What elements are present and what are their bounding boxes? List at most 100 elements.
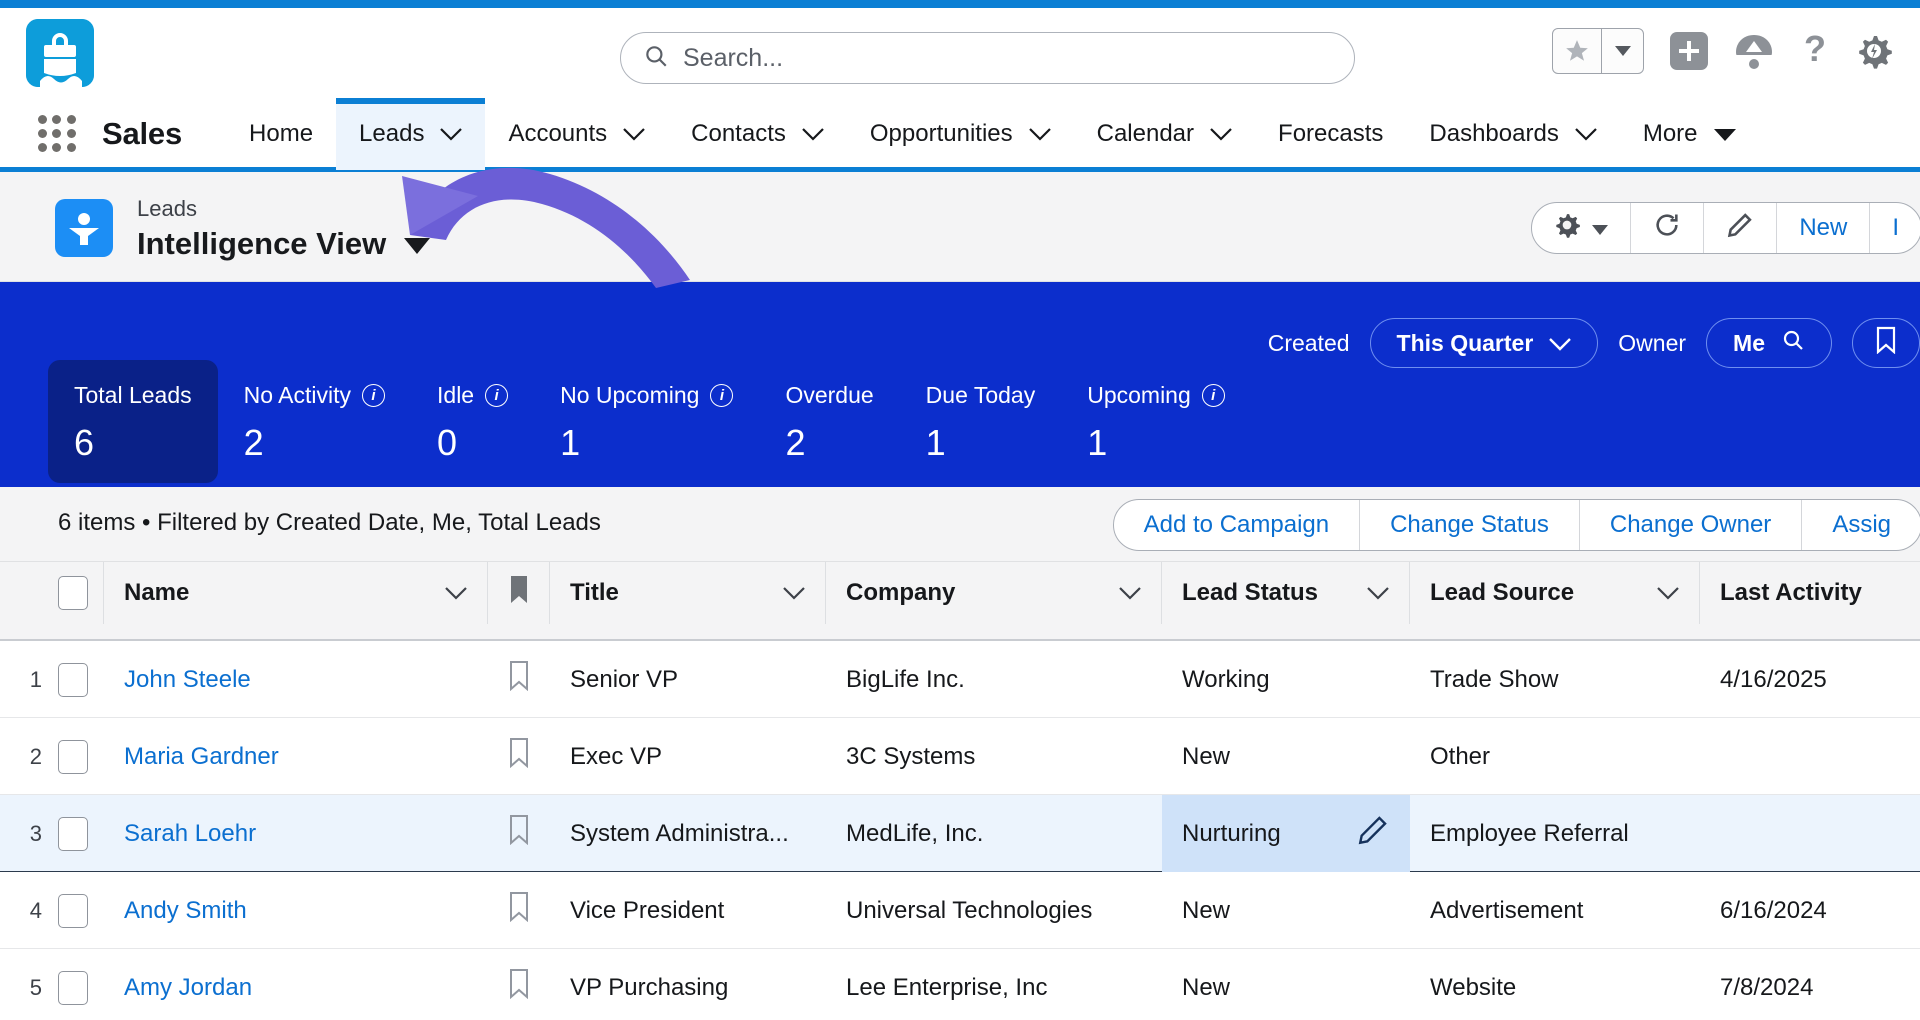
column-header-last-activity[interactable]: Last Activity bbox=[1700, 562, 1920, 624]
change-owner-button[interactable]: Change Owner bbox=[1580, 500, 1802, 550]
row-select-cell[interactable] bbox=[42, 795, 104, 872]
row-checkbox[interactable] bbox=[58, 894, 88, 928]
chevron-down-icon[interactable] bbox=[1657, 579, 1679, 607]
nav-item-contacts[interactable]: Contacts bbox=[668, 98, 847, 170]
kpi-no-activity[interactable]: No Activity i 2 bbox=[218, 360, 411, 483]
new-button[interactable]: New bbox=[1777, 203, 1870, 253]
chevron-down-icon[interactable] bbox=[404, 224, 430, 264]
page-title[interactable]: Intelligence View bbox=[137, 224, 430, 264]
refresh-button[interactable] bbox=[1631, 203, 1704, 253]
new-item-plus-icon[interactable] bbox=[1670, 32, 1708, 70]
kpi-no-upcoming[interactable]: No Upcoming i 1 bbox=[534, 360, 759, 483]
nav-item-opportunities[interactable]: Opportunities bbox=[847, 98, 1074, 170]
select-all-checkbox-header[interactable] bbox=[42, 562, 104, 624]
chevron-down-icon[interactable] bbox=[1367, 579, 1389, 607]
row-select-cell[interactable] bbox=[42, 641, 104, 718]
bookmark-icon[interactable] bbox=[508, 969, 530, 1006]
einstein-icon[interactable] bbox=[1734, 33, 1774, 69]
nav-item-home[interactable]: Home bbox=[226, 98, 336, 170]
column-header-company[interactable]: Company bbox=[826, 562, 1162, 624]
chevron-down-icon[interactable] bbox=[445, 579, 467, 607]
edit-button[interactable] bbox=[1704, 203, 1777, 253]
row-checkbox[interactable] bbox=[58, 971, 88, 1005]
row-select-cell[interactable] bbox=[42, 872, 104, 949]
row-checkbox[interactable] bbox=[58, 740, 88, 774]
salesforce-logo[interactable] bbox=[26, 19, 94, 87]
created-filter-pill[interactable]: This Quarter bbox=[1370, 318, 1599, 368]
cell-name[interactable]: Amy Jordan bbox=[104, 949, 488, 1020]
assign-button[interactable]: Assig bbox=[1802, 500, 1920, 550]
info-icon[interactable]: i bbox=[485, 384, 508, 407]
bookmark-icon[interactable] bbox=[508, 738, 530, 775]
cell-name[interactable]: Maria Gardner bbox=[104, 718, 488, 795]
kpi-upcoming[interactable]: Upcoming i 1 bbox=[1061, 360, 1251, 483]
lead-name-link[interactable]: Sarah Loehr bbox=[124, 820, 256, 848]
row-checkbox[interactable] bbox=[58, 663, 88, 697]
nav-item-more[interactable]: More bbox=[1620, 98, 1759, 170]
cell-bookmark[interactable] bbox=[488, 872, 550, 949]
column-header-bookmark[interactable] bbox=[488, 562, 550, 624]
row-select-cell[interactable] bbox=[42, 949, 104, 1020]
list-view-settings-button[interactable] bbox=[1532, 203, 1631, 253]
search-icon[interactable] bbox=[1781, 328, 1805, 358]
column-header-lead-status[interactable]: Lead Status bbox=[1162, 562, 1410, 624]
row-select-cell[interactable] bbox=[42, 718, 104, 795]
cell-bookmark[interactable] bbox=[488, 718, 550, 795]
chevron-down-icon[interactable] bbox=[1119, 579, 1141, 607]
table-row[interactable]: 2 Maria Gardner Exec VP 3C Systems New O… bbox=[0, 718, 1920, 795]
table-row[interactable]: 5 Amy Jordan VP Purchasing Lee Enterpris… bbox=[0, 949, 1920, 1020]
cell-name[interactable]: Andy Smith bbox=[104, 872, 488, 949]
info-icon[interactable]: i bbox=[1202, 384, 1225, 407]
nav-item-dashboards[interactable]: Dashboards bbox=[1406, 98, 1619, 170]
nav-item-leads[interactable]: Leads bbox=[336, 98, 485, 170]
bookmark-icon[interactable] bbox=[508, 892, 530, 929]
cell-name[interactable]: John Steele bbox=[104, 641, 488, 718]
change-status-button[interactable]: Change Status bbox=[1360, 500, 1580, 550]
app-name-label[interactable]: Sales bbox=[102, 116, 182, 152]
table-row[interactable]: 4 Andy Smith Vice President Universal Te… bbox=[0, 872, 1920, 949]
chevron-down-icon[interactable] bbox=[783, 579, 805, 607]
column-header-title[interactable]: Title bbox=[550, 562, 826, 624]
nav-item-forecasts[interactable]: Forecasts bbox=[1255, 98, 1406, 170]
favorites-control[interactable] bbox=[1552, 28, 1644, 74]
info-icon[interactable]: i bbox=[362, 384, 385, 407]
cell-lead-status[interactable]: Nurturing bbox=[1162, 795, 1410, 872]
lead-name-link[interactable]: Andy Smith bbox=[124, 897, 247, 925]
info-icon[interactable]: i bbox=[710, 384, 733, 407]
table-row[interactable]: 1 John Steele Senior VP BigLife Inc. Wor… bbox=[0, 641, 1920, 718]
help-icon[interactable]: ? bbox=[1800, 32, 1830, 70]
owner-filter-pill[interactable]: Me bbox=[1706, 318, 1832, 368]
import-button[interactable]: I bbox=[1870, 203, 1920, 253]
nav-item-accounts[interactable]: Accounts bbox=[485, 98, 668, 170]
add-to-campaign-button[interactable]: Add to Campaign bbox=[1114, 500, 1360, 550]
lead-name-link[interactable]: Amy Jordan bbox=[124, 974, 252, 1002]
kpi-total-leads[interactable]: Total Leads 6 bbox=[48, 360, 218, 483]
kpi-overdue[interactable]: Overdue 2 bbox=[759, 360, 899, 483]
row-number: 4 bbox=[0, 872, 42, 949]
bookmark-icon[interactable] bbox=[508, 815, 530, 852]
global-search-box[interactable]: Search... bbox=[620, 32, 1355, 84]
setup-gear-icon[interactable] bbox=[1856, 33, 1892, 69]
favorites-star-icon[interactable] bbox=[1553, 29, 1601, 73]
cell-bookmark[interactable] bbox=[488, 949, 550, 1020]
cell-bookmark[interactable] bbox=[488, 795, 550, 872]
cell-company: Universal Technologies bbox=[826, 872, 1162, 949]
nav-item-calendar[interactable]: Calendar bbox=[1074, 98, 1255, 170]
kpi-value: 2 bbox=[785, 423, 873, 463]
lead-name-link[interactable]: Maria Gardner bbox=[124, 743, 279, 771]
table-row[interactable]: 3 Sarah Loehr System Administra... MedLi… bbox=[0, 795, 1920, 872]
cell-bookmark[interactable] bbox=[488, 641, 550, 718]
cell-name[interactable]: Sarah Loehr bbox=[104, 795, 488, 872]
bookmark-icon[interactable] bbox=[508, 661, 530, 698]
kpi-due-today[interactable]: Due Today 1 bbox=[900, 360, 1062, 483]
lead-name-link[interactable]: John Steele bbox=[124, 666, 251, 694]
row-checkbox[interactable] bbox=[58, 817, 88, 851]
favorites-dropdown-icon[interactable] bbox=[1601, 29, 1643, 73]
pencil-icon[interactable] bbox=[1356, 813, 1390, 854]
app-launcher-waffle-icon[interactable] bbox=[34, 111, 80, 157]
column-header-lead-source[interactable]: Lead Source bbox=[1410, 562, 1700, 624]
kpi-idle[interactable]: Idle i 0 bbox=[411, 360, 534, 483]
saved-filter-pill[interactable] bbox=[1852, 318, 1920, 368]
column-header-name[interactable]: Name bbox=[104, 562, 488, 624]
select-all-checkbox[interactable] bbox=[58, 576, 88, 610]
